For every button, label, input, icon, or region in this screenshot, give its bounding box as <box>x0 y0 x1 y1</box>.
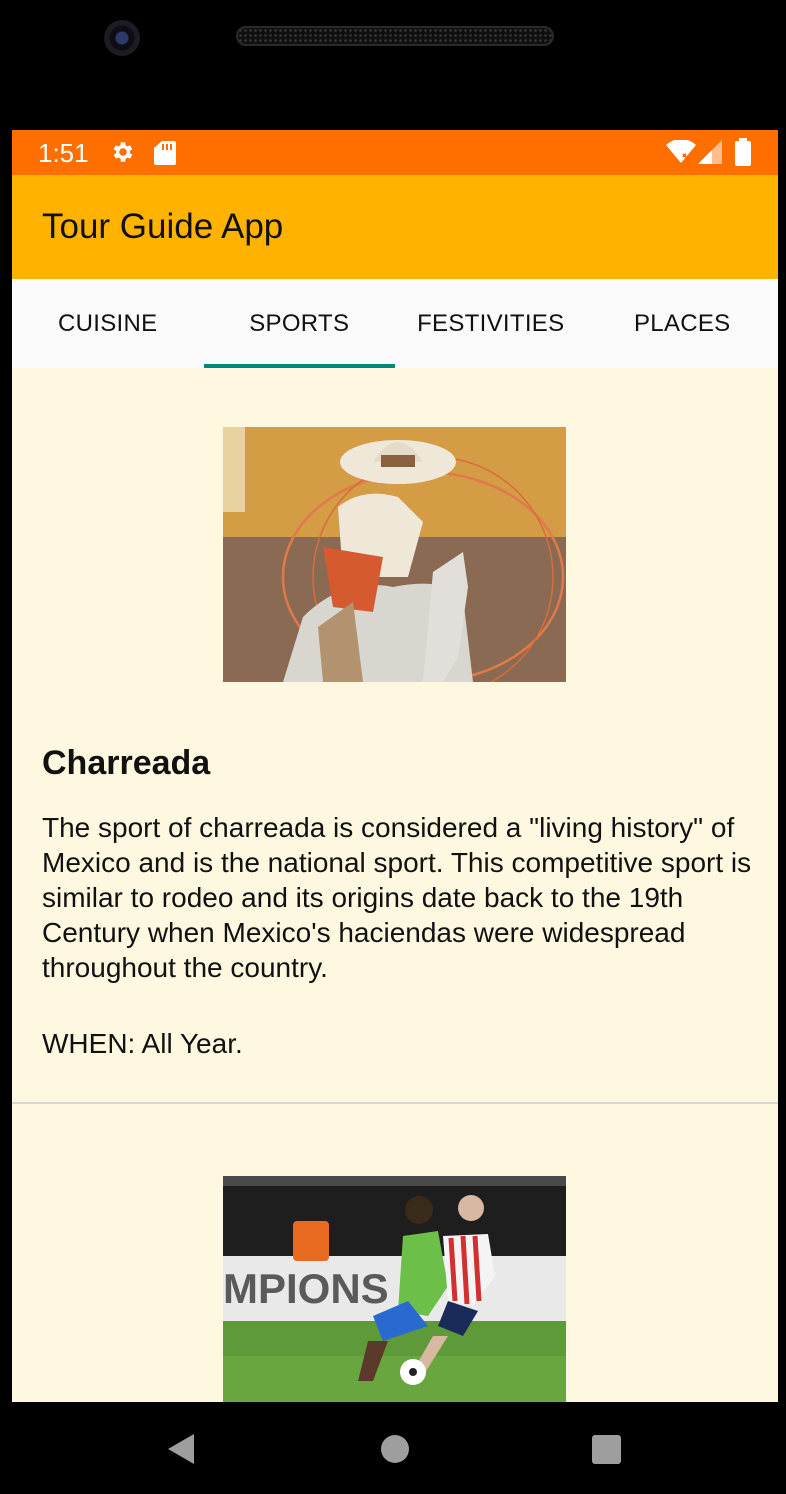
front-camera <box>104 20 140 56</box>
soccer-image: MPIONS <box>223 1176 566 1402</box>
home-icon[interactable] <box>381 1435 409 1463</box>
app-title: Tour Guide App <box>42 207 284 246</box>
signal-icon <box>698 140 722 164</box>
soccer-image-banner-text: MPIONS <box>223 1265 389 1312</box>
battery-icon <box>735 138 751 166</box>
sports-list[interactable]: Charreada The sport of charreada is cons… <box>12 368 778 1402</box>
status-bar: 1:51 <box>12 130 778 175</box>
list-item-soccer[interactable]: MPIONS <box>12 1104 778 1402</box>
tab-festivities[interactable]: FESTIVITIES <box>395 279 587 368</box>
tab-bar: CUISINE SPORTS FESTIVITIES PLACES <box>12 279 778 368</box>
gear-icon <box>113 142 133 162</box>
tab-places[interactable]: PLACES <box>587 279 779 368</box>
list-item-charreada[interactable]: Charreada The sport of charreada is cons… <box>12 368 778 1103</box>
recent-apps-icon[interactable] <box>592 1435 621 1464</box>
status-time: 1:51 <box>38 138 89 168</box>
card-when: WHEN: All Year. <box>42 1028 243 1059</box>
wifi-icon <box>666 140 696 163</box>
screen: 1:51 Tour Guide App CUISINE SPORTS FESTI… <box>12 130 778 1402</box>
earpiece-speaker <box>236 26 554 46</box>
sd-card-icon <box>154 141 176 165</box>
tab-sports[interactable]: SPORTS <box>204 279 396 368</box>
tab-cuisine[interactable]: CUISINE <box>12 279 204 368</box>
app-bar: Tour Guide App <box>12 175 778 279</box>
back-icon[interactable] <box>166 1432 196 1466</box>
card-title: Charreada <box>42 744 211 782</box>
charreada-image <box>223 427 566 682</box>
card-description: The sport of charreada is considered a "… <box>42 812 752 983</box>
navigation-bar <box>0 1402 786 1494</box>
